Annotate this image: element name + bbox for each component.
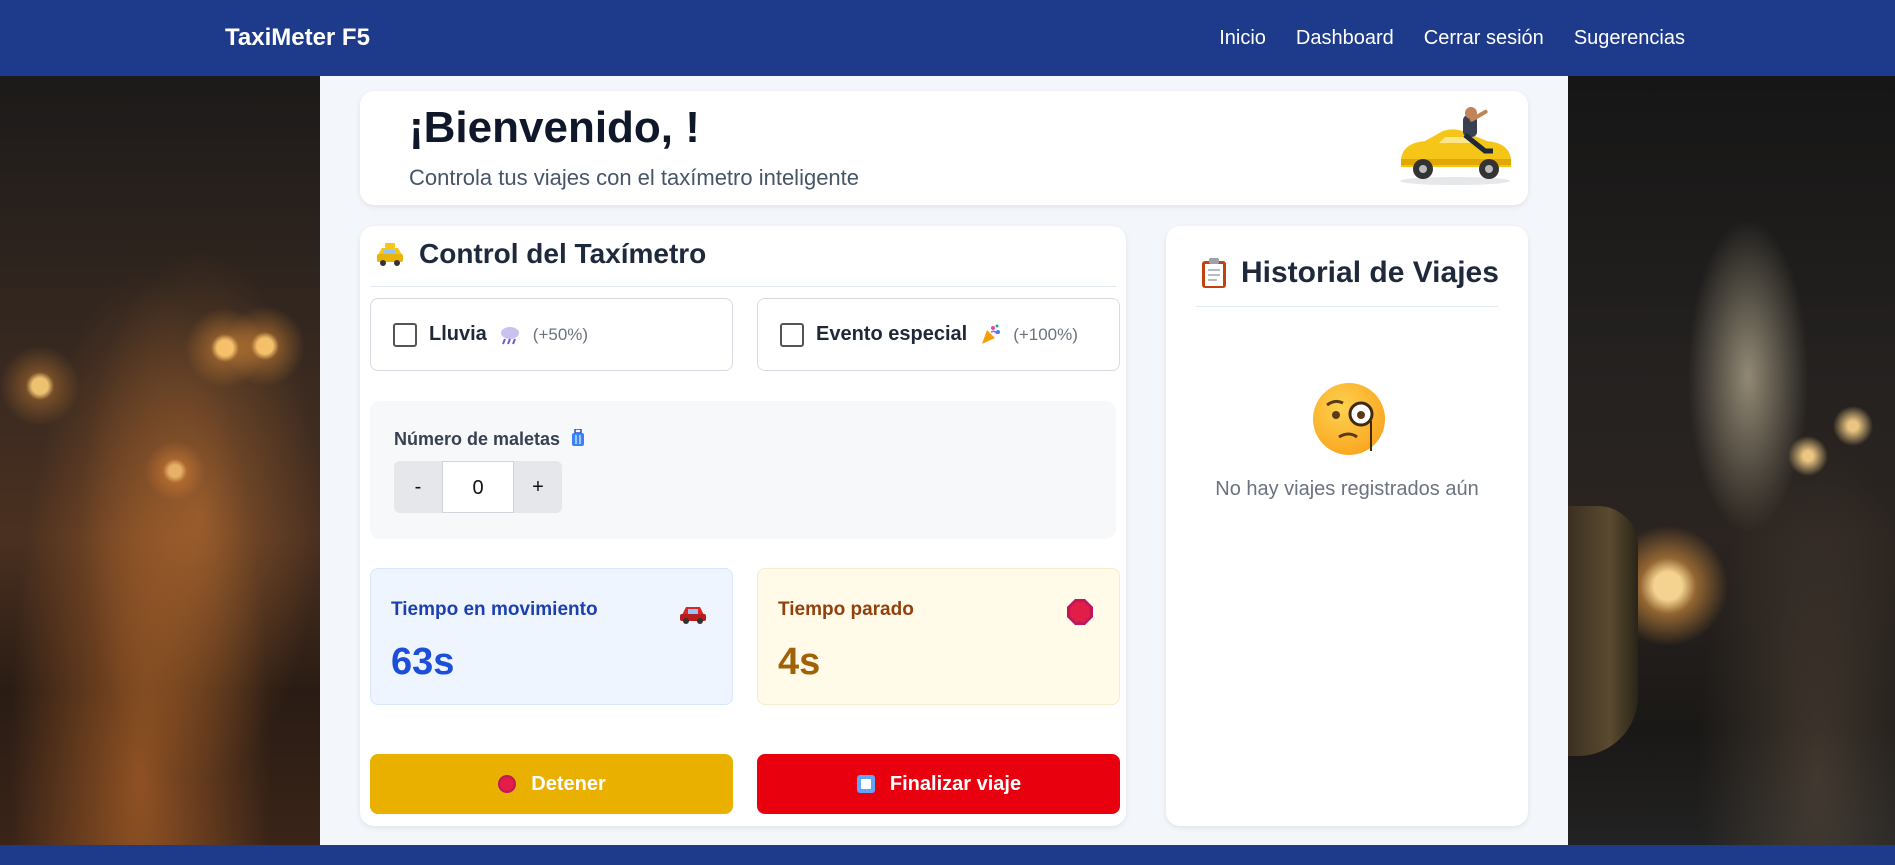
brand-logo[interactable]: TaxiMeter F5 xyxy=(225,24,370,52)
control-title-text: Control del Taxímetro xyxy=(419,238,707,269)
navbar: TaxiMeter F5 Inicio Dashboard Cerrar ses… xyxy=(0,0,1895,76)
divider xyxy=(1196,306,1498,307)
finish-trip-label: Finalizar viaje xyxy=(889,772,1022,795)
moving-time-value: 63s xyxy=(391,641,455,683)
party-popper-icon xyxy=(982,324,1001,344)
increment-button[interactable]: + xyxy=(514,461,562,513)
monocle-face-icon xyxy=(1313,383,1385,455)
taxi-driver-illustration xyxy=(1400,107,1511,185)
stopped-time-card: Tiempo parado 4s xyxy=(757,568,1120,705)
stop-button-label: Detener xyxy=(531,772,606,795)
luggage-stepper: - 0 + xyxy=(394,461,562,513)
decrement-button[interactable]: - xyxy=(394,461,442,513)
clipboard-icon xyxy=(1202,258,1226,288)
background-city-right xyxy=(1568,76,1895,845)
rain-cloud-icon xyxy=(500,326,519,344)
car-icon xyxy=(680,607,706,624)
luggage-section: Número de maletas - 0 + xyxy=(370,401,1116,539)
rain-option[interactable]: Lluvia (+50%) xyxy=(370,298,733,371)
luggage-label: Número de maletas xyxy=(394,428,585,450)
history-title: Historial de Viajes xyxy=(1201,256,1499,290)
special-event-option[interactable]: Evento especial (+100%) xyxy=(757,298,1120,371)
special-event-surcharge: (+100%) xyxy=(1013,324,1078,344)
moving-time-card: Tiempo en movimiento 63s xyxy=(370,568,733,705)
taxi-icon xyxy=(377,243,403,266)
nav-link-inicio[interactable]: Inicio xyxy=(1219,27,1266,50)
nav-link-dashboard[interactable]: Dashboard xyxy=(1296,27,1394,50)
finish-trip-button[interactable]: Finalizar viaje xyxy=(757,754,1120,814)
welcome-card: ¡Bienvenido, ! Controla tus viajes con e… xyxy=(360,91,1528,205)
taximeter-control-card: Control del Taxímetro Lluvia (+50%) Even… xyxy=(360,226,1126,826)
trip-history-card: Historial de Viajes No hay viajes regist… xyxy=(1166,226,1528,826)
stopped-time-value: 4s xyxy=(778,641,821,683)
luggage-count-input[interactable]: 0 xyxy=(442,461,514,513)
stop-button[interactable]: Detener xyxy=(370,754,733,814)
stop-square-icon xyxy=(856,775,875,793)
moving-time-label: Tiempo en movimiento xyxy=(391,599,598,620)
nav-link-sugerencias[interactable]: Sugerencias xyxy=(1574,27,1685,50)
rain-label: Lluvia xyxy=(429,323,487,345)
divider xyxy=(370,286,1116,287)
welcome-subtitle: Controla tus viajes con el taxímetro int… xyxy=(409,165,860,190)
welcome-title: ¡Bienvenido, ! xyxy=(409,103,700,152)
history-empty-text: No hay viajes registrados aún xyxy=(1215,478,1479,500)
stopped-time-label: Tiempo parado xyxy=(778,599,914,620)
red-circle-icon xyxy=(498,775,517,793)
control-title: Control del Taxímetro xyxy=(375,238,706,270)
special-event-label: Evento especial xyxy=(816,323,968,345)
nav-link-cerrar-sesion[interactable]: Cerrar sesión xyxy=(1424,27,1544,50)
stop-sign-icon xyxy=(1067,599,1093,625)
background-city-left xyxy=(0,76,320,845)
luggage-icon xyxy=(572,428,585,446)
nav-links: Inicio Dashboard Cerrar sesión Sugerenci… xyxy=(1219,27,1685,50)
main-content: ¡Bienvenido, ! Controla tus viajes con e… xyxy=(320,76,1568,845)
rain-checkbox[interactable] xyxy=(393,322,417,347)
footer-bar xyxy=(0,845,1895,865)
rain-surcharge: (+50%) xyxy=(532,324,589,344)
history-title-text: Historial de Viajes xyxy=(1241,256,1499,289)
special-event-checkbox[interactable] xyxy=(780,322,804,347)
